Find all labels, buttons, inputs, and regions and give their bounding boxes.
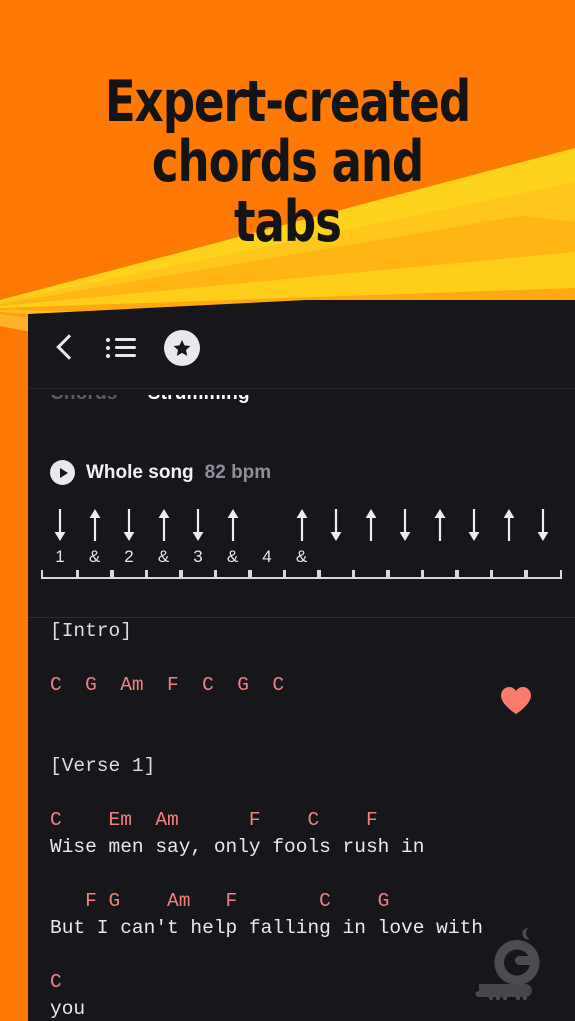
chevron-left-icon[interactable] xyxy=(50,334,78,362)
tab-chords[interactable]: Chords xyxy=(50,395,118,405)
bazaar-logo-watermark xyxy=(471,922,563,1002)
strumming-pattern[interactable]: 1 & 2 & 3 & 4 & xyxy=(41,508,570,588)
app-top-bar xyxy=(28,318,575,378)
chord-line: C Em Am F C F xyxy=(50,809,378,831)
play-circle-icon[interactable] xyxy=(50,460,75,485)
arrow-down-icon xyxy=(520,508,566,546)
strum-beat xyxy=(520,508,566,579)
chord-line: C G Am F C G C xyxy=(50,674,285,696)
appbar-divider xyxy=(28,388,575,389)
heart-icon[interactable] xyxy=(499,685,533,715)
player-tempo-label: 82 bpm xyxy=(204,461,272,483)
section-tag: [Intro] xyxy=(50,620,132,642)
lyric-line: Wise men say, only fools rush in xyxy=(50,836,425,858)
app-screen-panel: Chords Strumming Whole song 82 bpm 1&2&3… xyxy=(28,300,575,1021)
player-scope-label: Whole song xyxy=(86,461,194,483)
promo-screenshot: Expert-created chords and tabs Chords St… xyxy=(0,0,575,1021)
star-circle-icon[interactable] xyxy=(164,330,200,366)
content-tabs: Chords Strumming xyxy=(50,395,550,423)
chord-line: F G Am F C G xyxy=(50,890,390,912)
strum-beam xyxy=(524,570,562,579)
bulleted-list-icon[interactable] xyxy=(106,336,136,360)
whole-song-player-row[interactable]: Whole song 82 bpm xyxy=(50,460,271,485)
strum-beat-label xyxy=(520,546,566,568)
section-tag: [Verse 1] xyxy=(50,755,156,777)
tab-strumming[interactable]: Strumming xyxy=(148,395,250,405)
